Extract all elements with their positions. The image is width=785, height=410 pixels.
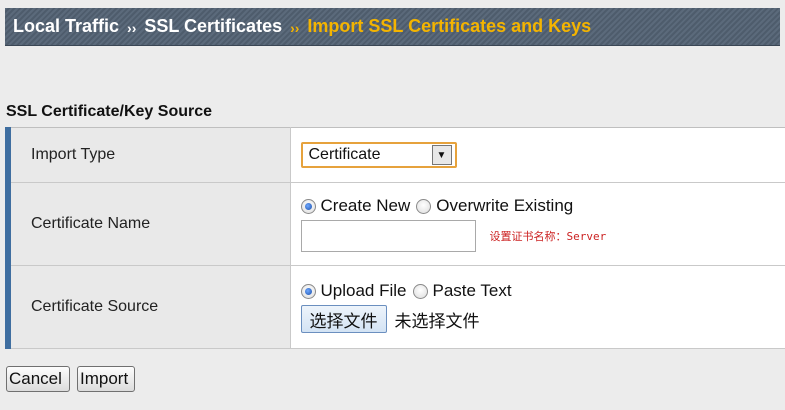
import-form-table: Import Type Certificate ▼ Certificate Na… xyxy=(5,127,785,349)
certificate-source-field: Upload File Paste Text 选择文件 未选择文件 xyxy=(290,265,785,349)
import-type-selected-value: Certificate xyxy=(308,146,381,163)
create-new-radio[interactable] xyxy=(300,198,316,214)
cancel-button[interactable]: Cancel xyxy=(6,366,70,392)
import-type-select[interactable]: Certificate ▼ xyxy=(300,142,457,168)
overwrite-existing-label[interactable]: Overwrite Existing xyxy=(436,196,573,216)
breadcrumb-ssl-certificates[interactable]: SSL Certificates xyxy=(144,16,282,37)
create-new-label[interactable]: Create New xyxy=(321,196,411,216)
upload-file-label[interactable]: Upload File xyxy=(321,281,407,301)
certificate-name-input[interactable] xyxy=(300,220,476,252)
paste-text-radio[interactable] xyxy=(412,283,428,299)
breadcrumb-local-traffic[interactable]: Local Traffic xyxy=(13,16,119,37)
breadcrumb: Local Traffic ›› SSL Certificates ›› Imp… xyxy=(5,8,780,46)
paste-text-label[interactable]: Paste Text xyxy=(433,281,512,301)
certificate-name-hint: 设置证书名称：Server xyxy=(489,230,607,243)
import-type-label: Import Type xyxy=(5,127,291,183)
certificate-name-label: Certificate Name xyxy=(5,182,291,266)
upload-file-radio[interactable] xyxy=(300,283,316,299)
breadcrumb-separator: ›› xyxy=(290,19,300,36)
section-title: SSL Certificate/Key Source xyxy=(6,103,213,120)
certificate-source-row: Certificate Source Upload File Paste Tex… xyxy=(5,265,785,349)
choose-file-button[interactable]: 选择文件 xyxy=(300,305,387,333)
breadcrumb-current-page: Import SSL Certificates and Keys xyxy=(307,16,592,36)
import-type-field: Certificate ▼ xyxy=(290,127,785,183)
import-type-row: Import Type Certificate ▼ xyxy=(5,127,785,183)
file-status-text: 未选择文件 xyxy=(394,311,480,331)
chevron-down-icon[interactable]: ▼ xyxy=(431,145,452,165)
import-button[interactable]: Import xyxy=(77,366,135,392)
certificate-name-row: Certificate Name Create New Overwrite Ex… xyxy=(5,182,785,266)
overwrite-existing-radio[interactable] xyxy=(416,198,432,214)
breadcrumb-separator: ›› xyxy=(127,19,137,36)
certificate-name-field: Create New Overwrite Existing 设置证书名称：Ser… xyxy=(290,182,785,266)
certificate-source-label: Certificate Source xyxy=(5,265,291,349)
